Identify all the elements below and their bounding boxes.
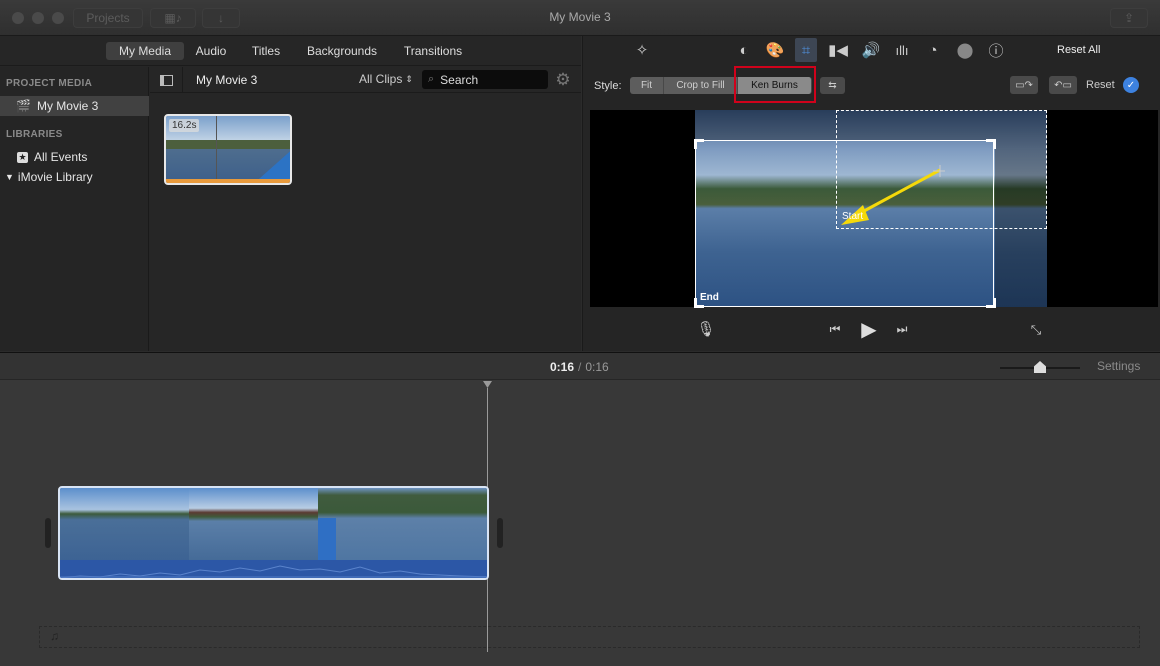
search-icon: ⌕ [428, 73, 435, 85]
total-time: 0:16 [585, 360, 609, 374]
clip-trim-handle-left[interactable] [45, 518, 51, 548]
libraries-header: LIBRARIES [6, 129, 63, 140]
speed-gauge-icon[interactable]: ◔ [923, 40, 943, 60]
clips-filter-dropdown[interactable]: All Clips ⇕ [359, 72, 413, 86]
crop-handle[interactable] [694, 298, 704, 308]
search-input[interactable]: ⌕ Search [422, 70, 548, 89]
reset-all-button[interactable]: Reset All [1057, 44, 1100, 56]
sidebar-item-label: My Movie 3 [36, 99, 99, 113]
clip-frame [60, 488, 189, 560]
clip-frame [189, 488, 318, 560]
time-separator: / [578, 360, 582, 374]
sidebar-toggle-icon[interactable] [150, 67, 183, 93]
share-icon[interactable]: ⇪ [1110, 8, 1148, 28]
gear-icon[interactable]: ⚙ [553, 70, 573, 90]
current-time: 0:16 [550, 360, 575, 374]
disclosure-triangle-icon[interactable]: ▼ [5, 172, 14, 182]
window-title: My Movie 3 [549, 10, 611, 24]
tab-titles[interactable]: Titles [244, 42, 288, 60]
style-fit-button[interactable]: Fit [630, 77, 664, 94]
fullscreen-icon[interactable]: ⤡ [1026, 320, 1046, 340]
magic-wand-icon[interactable]: ✧ [632, 40, 652, 60]
tab-backgrounds[interactable]: Backgrounds [300, 42, 384, 60]
filter-label: All Clips [359, 72, 403, 86]
start-label: Start [842, 211, 864, 222]
clip-trim-handle-right[interactable] [497, 518, 503, 548]
crop-handle[interactable] [986, 139, 996, 149]
browser-title: My Movie 3 [196, 73, 258, 87]
tab-my-media[interactable]: My Media [106, 42, 184, 60]
sidebar-item-label: iMovie Library [17, 170, 93, 184]
crop-icon[interactable]: ⌗ [795, 38, 817, 62]
style-crop-to-fill-button[interactable]: Crop to Fill [664, 77, 738, 94]
search-placeholder: Search [440, 72, 479, 87]
swap-start-end-icon[interactable]: ⇆ [820, 77, 845, 94]
used-clip-indicator [166, 179, 290, 183]
sidebar-item-label: All Events [34, 150, 88, 164]
clip-frame [318, 488, 487, 560]
clip-duration-badge: 16.2s [169, 119, 200, 132]
audio-waveform [60, 560, 487, 578]
sidebar-item-all-events[interactable]: ★ All Events [17, 150, 87, 164]
star-icon: ★ [17, 151, 28, 163]
stabilization-icon[interactable]: ▮◀ [828, 40, 848, 60]
clip-thumbnail[interactable]: 16.2s [164, 114, 292, 185]
sidebar-item-imovie-library[interactable]: ▼ iMovie Library [5, 170, 93, 184]
crop-handle[interactable] [694, 139, 704, 149]
equalizer-icon[interactable]: ıllı [892, 40, 912, 60]
tab-audio[interactable]: Audio [190, 42, 232, 60]
crop-handle[interactable] [986, 298, 996, 308]
style-label: Style: [594, 80, 622, 92]
apply-checkmark-icon[interactable]: ✓ [1123, 77, 1139, 93]
volume-icon[interactable]: 🔊 [860, 40, 882, 60]
microphone-icon[interactable]: 🎙 [696, 318, 715, 340]
background-music-well[interactable] [39, 626, 1140, 648]
info-icon[interactable]: ⓘ [986, 40, 1006, 60]
timecode-display: 0:16 / 0:16 [550, 360, 609, 374]
updown-chevron-icon: ⇕ [405, 74, 413, 84]
play-icon[interactable]: ▶ [858, 317, 880, 341]
clip-filter-icon[interactable]: ⬤ [955, 40, 975, 60]
rotate-counterclockwise-icon[interactable]: ↶▭ [1049, 76, 1077, 94]
timeline-settings-button[interactable]: Settings [1097, 359, 1140, 373]
tab-transitions[interactable]: Transitions [396, 42, 470, 60]
media-tabs-bar [0, 36, 581, 66]
project-media-header: PROJECT MEDIA [6, 78, 93, 89]
skip-back-icon[interactable]: ⏮ [826, 320, 844, 338]
ken-burns-highlight-box [734, 66, 816, 103]
color-balance-icon[interactable]: ◐ [734, 40, 754, 60]
color-palette-icon[interactable]: 🎨 [765, 40, 785, 60]
timeline-clip[interactable] [58, 486, 489, 580]
boat-bow-image [318, 518, 336, 560]
skip-forward-icon[interactable]: ⏭ [893, 320, 911, 338]
clapperboard-icon: 🎬 [16, 99, 31, 113]
music-note-icon: ♫ [50, 629, 59, 643]
reset-button[interactable]: Reset [1086, 79, 1115, 91]
rotate-clockwise-icon[interactable]: ▭↷ [1010, 76, 1038, 94]
